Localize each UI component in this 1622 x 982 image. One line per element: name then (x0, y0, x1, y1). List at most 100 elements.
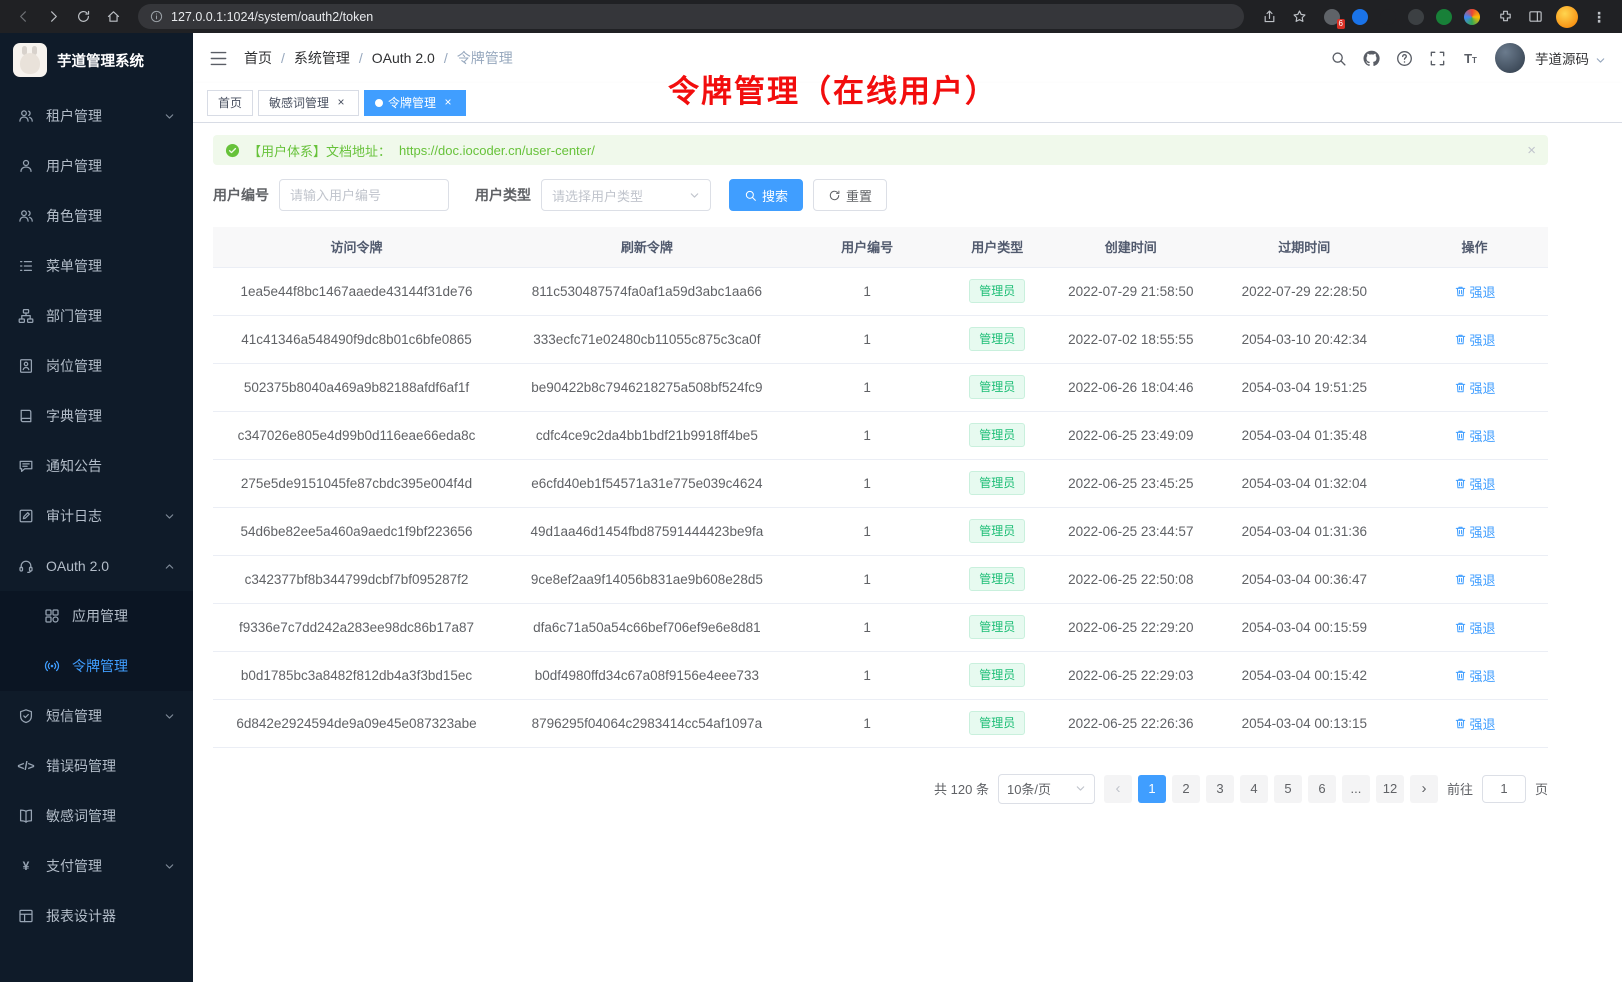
browser-forward-button[interactable] (40, 4, 66, 30)
cell-create-time: 2022-07-02 18:55:55 (1054, 315, 1208, 363)
tab-sensitive-word[interactable]: 敏感词管理× (258, 90, 359, 116)
breadcrumb-item[interactable]: 系统管理 (294, 48, 350, 68)
page-button[interactable]: 5 (1274, 775, 1302, 803)
cell-access-token: 1ea5e44f8bc1467aaede43144f31de76 (213, 267, 500, 315)
github-icon[interactable] (1363, 50, 1380, 67)
page-button[interactable]: 6 (1308, 775, 1336, 803)
extensions-puzzle-button[interactable] (1492, 4, 1518, 30)
sidebar-item-oauth2-token[interactable]: 令牌管理 (0, 641, 193, 691)
breadcrumb-item[interactable]: 首页 (244, 48, 272, 68)
force-logout-button[interactable]: 强退 (1454, 522, 1496, 541)
force-logout-button[interactable]: 强退 (1454, 426, 1496, 445)
browser-refresh-button[interactable] (70, 4, 96, 30)
force-logout-button[interactable]: 强退 (1454, 474, 1496, 493)
font-size-icon[interactable]: TT (1462, 50, 1479, 67)
cell-user-id: 1 (794, 603, 941, 651)
sidebar-item-dept[interactable]: 部门管理 (0, 291, 193, 341)
cell-create-time: 2022-06-25 22:26:36 (1054, 699, 1208, 747)
breadcrumb: 首页/系统管理/OAuth 2.0/令牌管理 (244, 48, 513, 68)
chevron-down-icon (164, 511, 175, 522)
sidebar-item-dict[interactable]: 字典管理 (0, 391, 193, 441)
force-logout-button[interactable]: 强退 (1454, 378, 1496, 397)
next-page-button[interactable]: › (1410, 775, 1438, 803)
sidebar-item-post[interactable]: 岗位管理 (0, 341, 193, 391)
extension-icon[interactable] (1408, 9, 1424, 25)
table-row: 54d6be82ee5a460a9aedc1f9bf22365649d1aa46… (213, 507, 1548, 555)
sidebar-item-oauth2[interactable]: OAuth 2.0 (0, 541, 193, 591)
bookmark-star-button[interactable] (1286, 4, 1312, 30)
user-type-tag: 管理员 (969, 423, 1025, 447)
force-logout-button[interactable]: 强退 (1454, 714, 1496, 733)
page-button[interactable]: 12 (1376, 775, 1404, 803)
force-logout-button[interactable]: 强退 (1454, 666, 1496, 685)
sidebar-item-report-designer[interactable]: 报表设计器 (0, 891, 193, 941)
user-id-input[interactable] (279, 179, 449, 211)
chevron-down-icon[interactable] (1595, 53, 1606, 64)
sidebar-item-role[interactable]: 角色管理 (0, 191, 193, 241)
report-icon (18, 908, 34, 924)
sidebar-item-menu[interactable]: 菜单管理 (0, 241, 193, 291)
side-panel-button[interactable] (1522, 4, 1548, 30)
page-size-select[interactable]: 10条/页 (998, 774, 1095, 804)
doc-alert: 【用户体系】文档地址： https://doc.iocoder.cn/user-… (213, 135, 1548, 165)
close-icon[interactable]: × (441, 96, 455, 110)
extension-icon[interactable] (1464, 9, 1480, 25)
browser-back-button[interactable] (10, 4, 36, 30)
tab-token[interactable]: 令牌管理× (364, 90, 466, 116)
breadcrumb-item[interactable]: OAuth 2.0 (372, 50, 435, 66)
sidebar-item-pay[interactable]: ¥支付管理 (0, 841, 193, 891)
sidebar-item-tenant[interactable]: 租户管理 (0, 91, 193, 141)
sidebar-item-oauth2-app[interactable]: 应用管理 (0, 591, 193, 641)
user-type-select[interactable]: 请选择用户类型 (541, 179, 711, 211)
app-logo[interactable]: 芋道管理系统 (0, 33, 193, 87)
extension-icon[interactable] (1352, 9, 1368, 25)
address-bar[interactable]: 127.0.0.1:1024/system/oauth2/token (138, 4, 1244, 29)
extension-icon[interactable] (1380, 9, 1396, 25)
force-logout-button[interactable]: 强退 (1454, 282, 1496, 301)
trash-icon (1454, 717, 1467, 730)
cell-expire-time: 2054-03-04 00:15:59 (1208, 603, 1402, 651)
username[interactable]: 芋道源码 (1535, 48, 1589, 68)
tab-home[interactable]: 首页 (207, 90, 253, 116)
search-icon[interactable] (1330, 50, 1347, 67)
content: 【用户体系】文档地址： https://doc.iocoder.cn/user-… (193, 123, 1622, 982)
cell-user-id: 1 (794, 651, 941, 699)
goto-page-input[interactable] (1482, 775, 1526, 803)
force-logout-button[interactable]: 强退 (1454, 618, 1496, 637)
sidebar-item-notice[interactable]: 通知公告 (0, 441, 193, 491)
page-button[interactable]: ... (1342, 775, 1370, 803)
table-header-row: 访问令牌刷新令牌用户编号用户类型创建时间过期时间操作 (213, 227, 1548, 267)
page-button[interactable]: 1 (1138, 775, 1166, 803)
chevron-down-icon (164, 711, 175, 722)
sidebar-item-audit-log[interactable]: 审计日志 (0, 491, 193, 541)
page-button[interactable]: 4 (1240, 775, 1268, 803)
browser-profile-avatar[interactable] (1556, 6, 1578, 28)
user-avatar[interactable] (1495, 43, 1525, 73)
force-logout-button[interactable]: 强退 (1454, 330, 1496, 349)
force-logout-button[interactable]: 强退 (1454, 570, 1496, 589)
active-dot (375, 99, 383, 107)
page-button[interactable]: 2 (1172, 775, 1200, 803)
alert-close-icon[interactable]: × (1527, 142, 1536, 159)
sidebar-item-sensitive-word[interactable]: 敏感词管理 (0, 791, 193, 841)
help-icon[interactable] (1396, 50, 1413, 67)
sidebar-item-error-code[interactable]: </>错误码管理 (0, 741, 193, 791)
extension-icon[interactable]: 6 (1324, 9, 1340, 25)
chevron-down-icon (164, 111, 175, 122)
sidebar-toggle-icon[interactable] (209, 49, 228, 68)
prev-page-button[interactable]: ‹ (1104, 775, 1132, 803)
doc-link[interactable]: https://doc.iocoder.cn/user-center/ (399, 143, 595, 158)
share-button[interactable] (1256, 4, 1282, 30)
browser-home-button[interactable] (100, 4, 126, 30)
page-button[interactable]: 3 (1206, 775, 1234, 803)
browser-menu-button[interactable]: ⋮ (1586, 4, 1612, 30)
site-info-icon[interactable] (150, 10, 163, 23)
search-button[interactable]: 搜索 (729, 179, 803, 211)
sidebar-item-user[interactable]: 用户管理 (0, 141, 193, 191)
trash-icon (1454, 573, 1467, 586)
reset-button[interactable]: 重置 (813, 179, 887, 211)
extension-icon[interactable] (1436, 9, 1452, 25)
fullscreen-icon[interactable] (1429, 50, 1446, 67)
close-icon[interactable]: × (334, 96, 348, 110)
sidebar-item-sms[interactable]: 短信管理 (0, 691, 193, 741)
